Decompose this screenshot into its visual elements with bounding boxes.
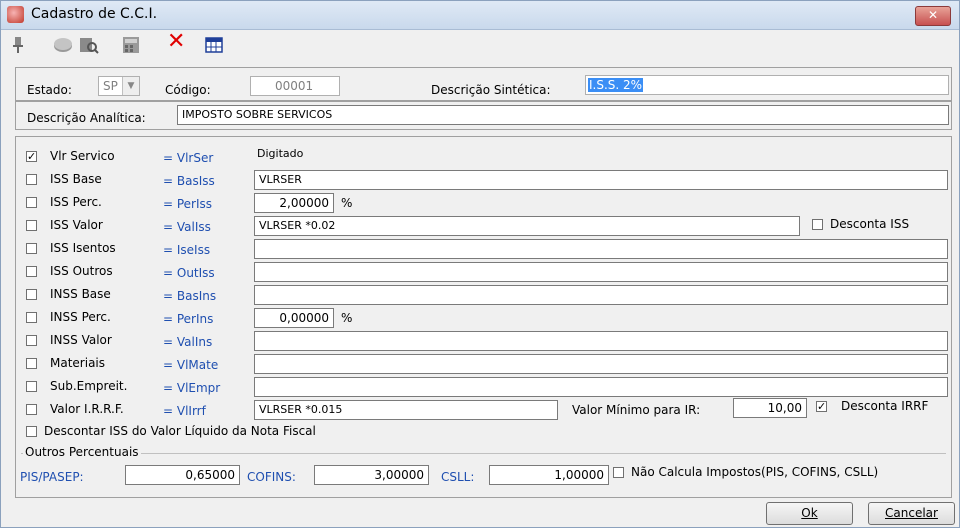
outros-group-border <box>21 453 946 454</box>
nao-calcula-label: Não Calcula Impostos(PIS, COFINS, CSLL) <box>631 465 879 479</box>
desc-sintetica-label: Descrição Sintética: <box>431 83 551 97</box>
search-icon[interactable] <box>79 36 99 54</box>
row-formula-field[interactable] <box>254 239 948 259</box>
estado-select[interactable]: SP ▼ <box>98 76 140 96</box>
row-label: ISS Perc. <box>50 195 102 209</box>
row-checkbox[interactable] <box>26 266 37 277</box>
row-variable: = ValIns <box>163 335 213 349</box>
row-variable: = BasIss <box>163 174 215 188</box>
pis-label: PIS/PASEP: <box>20 470 84 484</box>
row-label: INSS Valor <box>50 333 112 347</box>
row-formula-field[interactable]: VLRSER *0.02 <box>254 216 800 236</box>
row-checkbox[interactable] <box>26 358 37 369</box>
row-checkbox[interactable] <box>26 404 37 415</box>
app-icon <box>7 6 24 23</box>
estado-label: Estado: <box>27 83 72 97</box>
desconta-irrf-checkbox[interactable]: ✓ <box>816 401 827 412</box>
pin-icon[interactable] <box>12 36 26 54</box>
ok-button[interactable]: Ok <box>766 502 853 525</box>
codigo-field[interactable]: 00001 <box>250 76 340 96</box>
row-label: Valor I.R.R.F. <box>50 402 124 416</box>
row-formula-field[interactable]: VLRSER <box>254 170 948 190</box>
percent-suffix: % <box>341 196 353 210</box>
desc-sintetica-field[interactable]: I.S.S. 2% <box>585 75 949 95</box>
row-variable: = VlEmpr <box>163 381 221 395</box>
codigo-label: Código: <box>165 83 211 97</box>
desc-sintetica-value: I.S.S. 2% <box>588 78 644 92</box>
row-checkbox[interactable] <box>26 289 37 300</box>
cancel-label: Cancelar <box>885 506 938 520</box>
grid-icon[interactable] <box>205 36 223 54</box>
row-variable: = BasIns <box>163 289 217 303</box>
row-variable: = OutIss <box>163 266 215 280</box>
row-checkbox[interactable] <box>26 335 37 346</box>
csll-label: CSLL: <box>441 470 475 484</box>
desc-analitica-field[interactable]: IMPOSTO SOBRE SERVICOS <box>177 105 949 125</box>
row-formula-field[interactable]: 2,00000 <box>254 193 334 213</box>
row-label: ISS Isentos <box>50 241 116 255</box>
row-label: Materiais <box>50 356 106 370</box>
pis-field[interactable]: 0,65000 <box>125 465 240 485</box>
row-checkbox[interactable] <box>26 243 37 254</box>
row-checkbox[interactable] <box>26 174 37 185</box>
row-label: ISS Outros <box>50 264 113 278</box>
row-formula-field[interactable] <box>254 262 948 282</box>
outros-legend: Outros Percentuais <box>23 445 141 459</box>
cancel-button[interactable]: Cancelar <box>868 502 955 525</box>
title-bar: Cadastro de C.C.I. ✕ <box>1 1 959 30</box>
desconta-iss-label: Desconta ISS <box>830 217 910 231</box>
delete-icon[interactable]: ✕ <box>167 31 187 53</box>
row-checkbox[interactable] <box>26 312 37 323</box>
row-formula-field[interactable] <box>254 285 948 305</box>
toolbar: ✕ <box>1 30 959 60</box>
row-formula-field[interactable] <box>254 331 948 351</box>
row-variable: = VlIrrf <box>163 404 206 418</box>
csll-field[interactable]: 1,00000 <box>489 465 609 485</box>
descontar-iss-label: Descontar ISS do Valor Líquido da Nota F… <box>44 424 316 438</box>
row-label: ISS Valor <box>50 218 103 232</box>
cci-dialog-window: Cadastro de C.C.I. ✕ ✕ Estado: SP ▼ Códi… <box>0 0 960 528</box>
fields-panel <box>15 136 952 498</box>
row-label: INSS Base <box>50 287 111 301</box>
descontar-iss-checkbox[interactable] <box>26 426 37 437</box>
window-title: Cadastro de C.C.I. <box>31 6 158 22</box>
close-button[interactable]: ✕ <box>915 6 951 26</box>
row-formula-field[interactable] <box>254 354 948 374</box>
calculator-icon[interactable] <box>121 36 141 54</box>
desconta-iss-checkbox[interactable] <box>812 219 823 230</box>
desc-analitica-label: Descrição Analítica: <box>27 111 146 125</box>
row-label: INSS Perc. <box>50 310 111 324</box>
percent-suffix: % <box>341 311 353 325</box>
row-label: ISS Base <box>50 172 102 186</box>
row-formula-field[interactable]: 0,00000 <box>254 308 334 328</box>
desconta-irrf-label: Desconta IRRF <box>841 399 929 413</box>
row-checkbox[interactable] <box>26 197 37 208</box>
row-checkbox[interactable] <box>26 381 37 392</box>
nao-calcula-checkbox[interactable] <box>613 467 624 478</box>
row-variable: = VlMate <box>163 358 219 372</box>
row-checkbox[interactable] <box>26 220 37 231</box>
row-checkbox[interactable]: ✓ <box>26 151 37 162</box>
row-label: Sub.Empreit. <box>50 379 128 393</box>
row-variable: = IseIss <box>163 243 211 257</box>
row-label: Vlr Servico <box>50 149 115 163</box>
row-variable: = PerIns <box>163 312 214 326</box>
disk-icon[interactable] <box>53 36 73 54</box>
valor-minimo-field[interactable]: 10,00 <box>733 398 807 418</box>
row-value-text: Digitado <box>257 147 304 160</box>
valor-minimo-label: Valor Mínimo para IR: <box>572 403 701 417</box>
row-formula-field[interactable]: VLRSER *0.015 <box>254 400 558 420</box>
cofins-field[interactable]: 3,00000 <box>314 465 429 485</box>
cofins-label: COFINS: <box>247 470 296 484</box>
row-variable: = VlrSer <box>163 151 214 165</box>
row-variable: = PerIss <box>163 197 213 211</box>
estado-value: SP <box>103 79 118 93</box>
row-formula-field[interactable] <box>254 377 948 397</box>
ok-label: Ok <box>801 506 818 520</box>
row-variable: = ValIss <box>163 220 211 234</box>
chevron-down-icon[interactable]: ▼ <box>122 77 139 95</box>
